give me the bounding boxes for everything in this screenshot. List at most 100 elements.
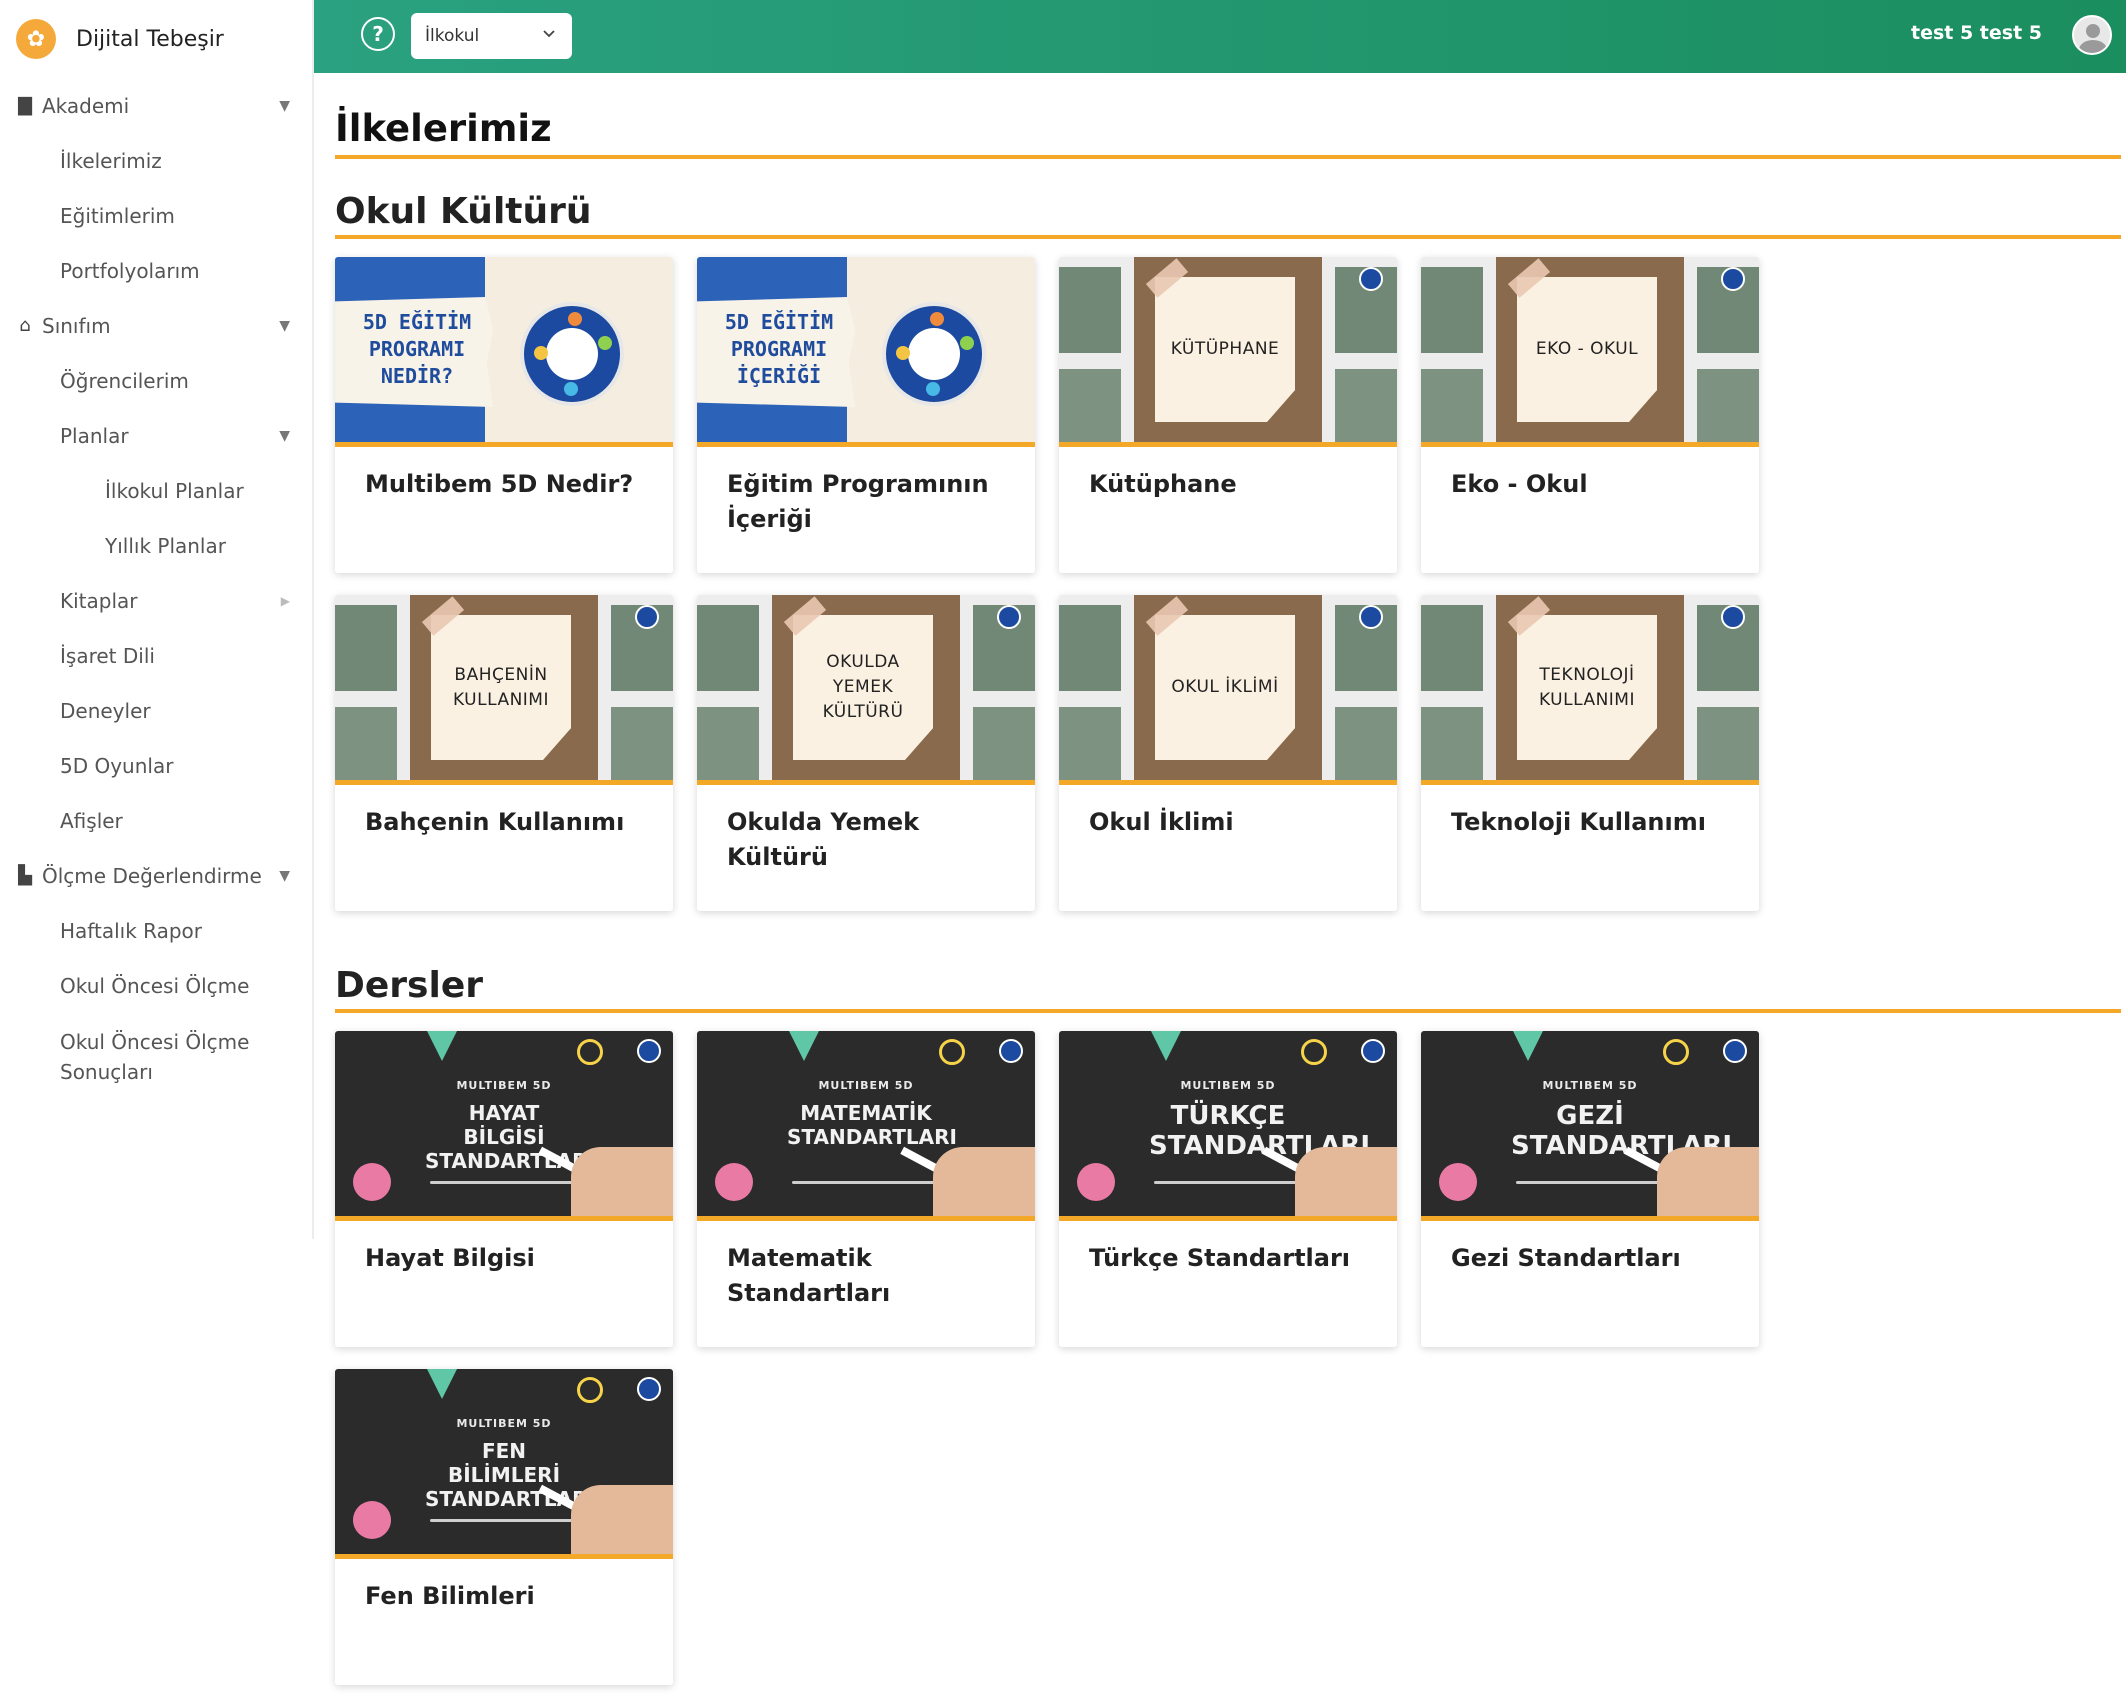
thumbnail-text: MATEMATİK STANDARTLARI (787, 1101, 957, 1149)
sidebar-item-planlar[interactable]: Planlar ▼ (0, 408, 312, 463)
sidebar-item-label: Okul Öncesi Ölçme (60, 973, 250, 998)
flower-logo-icon: ✿ (16, 19, 56, 59)
sun-doodle-icon (1301, 1039, 1327, 1065)
page-title: İlkelerimiz (335, 107, 552, 150)
sidebar-item-yillik-planlar[interactable]: Yıllık Planlar (0, 518, 312, 573)
sidebar-item-ilkokul-planlar[interactable]: İlkokul Planlar (0, 463, 312, 518)
sidebar-item-label: 5D Oyunlar (60, 753, 174, 778)
thumbnail-brand: MULTIBEM 5D (1542, 1079, 1638, 1092)
sidebar-item-kitaplar[interactable]: Kitaplar ▶ (0, 573, 312, 628)
sidebar-item-okul-oncesi-olcme[interactable]: Okul Öncesi Ölçme (0, 958, 312, 1013)
flower-doodle-icon (715, 1163, 753, 1201)
avatar-icon[interactable] (2072, 15, 2112, 55)
sidebar-nav: ▇ Akademi ▼ İlkelerimiz Eğitimlerim Portfolyo… (0, 78, 312, 1093)
sidebar: ✿ Dijital Tebeşir ▇ Akademi ▼ İlkelerimiz Eğ… (0, 0, 314, 1239)
sidebar-item-afisler[interactable]: Afişler (0, 793, 312, 848)
section-title-dersler: Dersler (335, 965, 483, 1006)
sidebar-item-label: Öğrencilerim (60, 368, 189, 393)
card-eko-okul[interactable]: EKO - OKUL Eko - Okul (1421, 257, 1759, 573)
card-kutuphane[interactable]: KÜTÜPHANE Kütüphane (1059, 257, 1397, 573)
card-thumbnail: OKUL İKLİMİ (1059, 595, 1397, 785)
card-thumbnail: BAHÇENİN KULLANIMI (335, 595, 673, 785)
sun-doodle-icon (577, 1039, 603, 1065)
multibem-badge-icon (637, 1039, 661, 1063)
card-bahcenin-kullanimi[interactable]: BAHÇENİN KULLANIMI Bahçenin Kullanımı (335, 595, 673, 911)
card-thumbnail: TEKNOLOJİ KULLANIMI (1421, 595, 1759, 785)
sidebar-item-label: Okul Öncesi Ölçme Sonuçları (60, 1030, 250, 1084)
card-hayat-bilgisi[interactable]: MULTIBEM 5D HAYAT BİLGİSİ STANDARTLARI Hay… (335, 1031, 673, 1347)
sidebar-item-label: Deneyler (60, 698, 151, 723)
sun-doodle-icon (1663, 1039, 1689, 1065)
sidebar-item-label: Akademi (42, 93, 130, 118)
card-grid: MULTIBEM 5D HAYAT BİLGİSİ STANDARTLARI Hay… (335, 1031, 2121, 1707)
card-title: Eko - Okul (1451, 470, 1588, 498)
card-okulda-yemek-kulturu[interactable]: OKULDA YEMEK KÜLTÜRÜ Okulda Yemek Kültürü (697, 595, 1035, 911)
brand[interactable]: ✿ Dijital Tebeşir (0, 0, 312, 78)
card-title: Multibem 5D Nedir? (365, 470, 634, 498)
card-thumbnail: MULTIBEM 5D TÜRKÇE STANDARTLARI (1059, 1031, 1397, 1221)
flower-doodle-icon (353, 1501, 391, 1539)
sun-doodle-icon (939, 1039, 965, 1065)
card-thumbnail: MULTIBEM 5D GEZİ STANDARTLARI (1421, 1031, 1759, 1221)
hand-with-chalk-icon (571, 1485, 673, 1554)
sidebar-item-label: Yıllık Planlar (105, 533, 226, 558)
sidebar-item-haftalik-rapor[interactable]: Haftalık Rapor (0, 903, 312, 958)
sidebar-item-sinifim[interactable]: ⌂ Sınıfım ▼ (0, 298, 312, 353)
thumbnail-brand: MULTIBEM 5D (456, 1417, 552, 1430)
multibem-badge-icon (999, 1039, 1023, 1063)
card-okul-iklimi[interactable]: OKUL İKLİMİ Okul İklimi (1059, 595, 1397, 911)
card-teknoloji-kullanimi[interactable]: TEKNOLOJİ KULLANIMI Teknoloji Kullanımı (1421, 595, 1759, 911)
sidebar-item-ogrencilerim[interactable]: Öğrencilerim (0, 353, 312, 408)
section-divider (335, 235, 2121, 239)
sidebar-item-okul-oncesi-olcme-sonuclari[interactable]: Okul Öncesi Ölçme Sonuçları (0, 1013, 312, 1093)
sidebar-item-ilkelerimiz[interactable]: İlkelerimiz (0, 133, 312, 188)
sidebar-item-isaret-dili[interactable]: İşaret Dili (0, 628, 312, 683)
user-name[interactable]: test 5 test 5 (1911, 22, 2042, 44)
sidebar-item-label: Afişler (60, 808, 123, 833)
sidebar-item-portfolyolarim[interactable]: Portfolyolarım (0, 243, 312, 298)
multibem-badge-icon (635, 605, 659, 629)
card-thumbnail: KÜTÜPHANE (1059, 257, 1397, 447)
sidebar-item-label: Portfolyolarım (60, 258, 200, 283)
card-fen-bilimleri[interactable]: MULTIBEM 5D FEN BİLİMLERİ STANDARTLARI Fen… (335, 1369, 673, 1685)
card-thumbnail: MULTIBEM 5D FEN BİLİMLERİ STANDARTLARI (335, 1369, 673, 1559)
card-title: Eğitim Programının İçeriği (727, 470, 989, 533)
card-title: Matematik Standartları (727, 1244, 891, 1307)
sidebar-item-label: Planlar (60, 423, 129, 448)
book-icon: ▇ (18, 95, 32, 116)
card-thumbnail: 5D EĞİTİM PROGRAMI NEDİR? (335, 257, 673, 447)
sidebar-item-label: Sınıfım (42, 313, 111, 338)
hand-with-chalk-icon (1657, 1147, 1759, 1216)
school-level-select[interactable]: İlkokul (411, 13, 572, 59)
multibem-badge-icon (637, 1377, 661, 1401)
sidebar-item-5d-oyunlar[interactable]: 5D Oyunlar (0, 738, 312, 793)
top-bar: ? İlkokul test 5 test 5 (314, 0, 2126, 73)
multibem-badge-icon (1361, 1039, 1385, 1063)
hand-with-chalk-icon (571, 1147, 673, 1216)
sun-doodle-icon (577, 1377, 603, 1403)
card-title: Türkçe Standartları (1089, 1244, 1351, 1272)
flower-doodle-icon (1439, 1163, 1477, 1201)
sidebar-item-deneyler[interactable]: Deneyler (0, 683, 312, 738)
sidebar-item-label: Haftalık Rapor (60, 918, 203, 943)
card-gezi-standartlari[interactable]: MULTIBEM 5D GEZİ STANDARTLARI Gezi Standar… (1421, 1031, 1759, 1347)
thumbnail-brand: MULTIBEM 5D (456, 1079, 552, 1092)
sidebar-item-label: İşaret Dili (60, 643, 155, 668)
card-matematik-standartlari[interactable]: MULTIBEM 5D MATEMATİK STANDARTLARI Matemat… (697, 1031, 1035, 1347)
section-title-okul-kulturu: Okul Kültürü (335, 191, 592, 232)
caret-right-icon: ▶ (280, 593, 290, 608)
sidebar-item-label: İlkokul Planlar (105, 478, 244, 503)
sidebar-item-label: İlkelerimiz (60, 148, 162, 173)
sidebar-item-akademi[interactable]: ▇ Akademi ▼ (0, 78, 312, 133)
card-egitim-programinin-icerigi[interactable]: 5D EĞİTİM PROGRAMI İÇERİĞİ Eğitim Program… (697, 257, 1035, 573)
card-thumbnail: 5D EĞİTİM PROGRAMI İÇERİĞİ (697, 257, 1035, 447)
card-multibem-5d-nedir[interactable]: 5D EĞİTİM PROGRAMI NEDİR? Multibem 5D Ned… (335, 257, 673, 573)
card-thumbnail: OKULDA YEMEK KÜLTÜRÜ (697, 595, 1035, 785)
caret-down-icon: ▼ (279, 317, 290, 334)
sidebar-item-olcme-degerlendirme[interactable]: ▙ Ölçme Değerlendirme ▼ (0, 848, 312, 903)
card-turkce-standartlari[interactable]: MULTIBEM 5D TÜRKÇE STANDARTLARI Türkçe Sta… (1059, 1031, 1397, 1347)
flower-doodle-icon (1077, 1163, 1115, 1201)
card-title: Okul İklimi (1089, 808, 1234, 836)
sidebar-item-egitimlerim[interactable]: Eğitimlerim (0, 188, 312, 243)
help-icon[interactable]: ? (361, 17, 395, 51)
